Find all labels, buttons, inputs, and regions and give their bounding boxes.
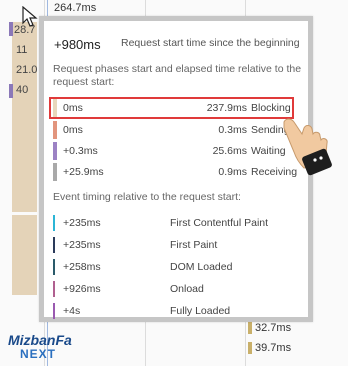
- phase-elapsed: 0.3ms: [218, 124, 247, 136]
- start-time-label: Request start time since the beginning: [121, 37, 300, 49]
- event-name: Fully Loaded: [170, 305, 231, 317]
- request-timing-tooltip: +980ms Request start time since the begi…: [39, 16, 313, 322]
- brand-logo: MizbanFa NEXT: [8, 332, 90, 362]
- event-time: +926ms: [63, 283, 101, 295]
- phase-color-swatch: [53, 163, 57, 181]
- event-row: +258ms DOM Loaded: [53, 259, 305, 275]
- mouse-cursor-icon: [22, 5, 38, 33]
- events-title: Event timing relative to the request sta…: [53, 191, 241, 203]
- event-color-bar: [53, 215, 55, 231]
- phase-start: 0ms: [63, 102, 83, 114]
- event-name: First Paint: [170, 239, 218, 251]
- waterfall-value: 39.7ms: [248, 342, 291, 354]
- timing-label: 264.7ms: [54, 2, 97, 14]
- waterfall-value: 21.0: [16, 64, 38, 76]
- event-time: +258ms: [63, 261, 101, 273]
- event-name: First Contentful Paint: [170, 217, 269, 229]
- phase-elapsed: 237.9ms: [206, 102, 247, 114]
- waterfall-value: 11: [16, 44, 28, 56]
- brand-sub: NEXT: [20, 347, 57, 361]
- event-name: DOM Loaded: [170, 261, 233, 273]
- phase-name: Blocking: [251, 102, 291, 114]
- event-time: +235ms: [63, 239, 101, 251]
- event-row: +4s Fully Loaded: [53, 303, 305, 319]
- start-time-summary: +980ms Request start time since the begi…: [54, 37, 300, 52]
- phase-color-swatch: [53, 121, 57, 139]
- phase-color-swatch: [53, 99, 57, 117]
- event-row: +235ms First Contentful Paint: [53, 215, 305, 231]
- phase-start: 0ms: [63, 124, 83, 136]
- phase-row-sending: 0ms 0.3ms Sending: [53, 121, 305, 139]
- waterfall-value: 32.7ms: [248, 322, 291, 334]
- phase-row-blocking: 0ms 237.9ms Blocking: [53, 99, 305, 117]
- event-time: +4s: [63, 305, 81, 317]
- phase-color-swatch: [53, 142, 57, 160]
- waterfall-value: 40: [16, 84, 29, 96]
- brand-name: MizbanFa: [8, 332, 72, 348]
- event-row: +235ms First Paint: [53, 237, 305, 253]
- phase-elapsed: 0.9ms: [218, 166, 247, 178]
- phase-row-waiting: +0.3ms 25.6ms Waiting: [53, 142, 305, 160]
- event-color-bar: [53, 259, 55, 275]
- event-color-bar: [53, 281, 55, 297]
- event-color-bar: [53, 303, 55, 319]
- event-name: Onload: [170, 283, 204, 295]
- start-time-value: +980ms: [54, 37, 101, 52]
- event-row: +926ms Onload: [53, 281, 305, 297]
- pointing-hand-icon: [280, 114, 332, 181]
- event-time: +235ms: [63, 217, 101, 229]
- waterfall-bar: [12, 215, 37, 295]
- phase-marker: [9, 22, 13, 36]
- phase-start: +25.9ms: [63, 166, 104, 178]
- phase-marker: [9, 84, 13, 98]
- phases-title: Request phases start and elapsed time re…: [53, 63, 302, 88]
- phase-elapsed: 25.6ms: [212, 145, 247, 157]
- phase-row-receiving: +25.9ms 0.9ms Receiving: [53, 163, 305, 181]
- phase-start: +0.3ms: [63, 145, 98, 157]
- event-color-bar: [53, 237, 55, 253]
